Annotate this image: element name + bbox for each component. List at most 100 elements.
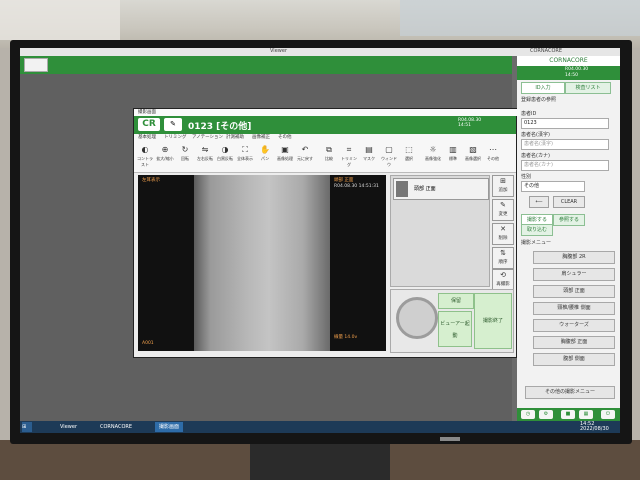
patient-icon[interactable]: ✎ bbox=[164, 118, 182, 131]
other-tool[interactable]: ⋯ その他 bbox=[484, 144, 502, 168]
fit-icon: ⛶ bbox=[242, 145, 248, 154]
window-tool[interactable]: ▢ ウィンドウ bbox=[380, 144, 398, 168]
fit-tool[interactable]: ⛶ 全体表示 bbox=[236, 144, 254, 168]
tab-other[interactable]: その他 bbox=[278, 134, 292, 142]
tab-annotation[interactable]: アノテーション bbox=[192, 134, 223, 142]
flip-icon: ⇋ bbox=[201, 145, 209, 154]
menu-item[interactable]: 胸腹部 正面 bbox=[533, 336, 615, 349]
viewer-launch-button[interactable]: ビューアー起動 bbox=[438, 311, 472, 347]
sort-icon: ⇅ bbox=[500, 249, 506, 257]
thumbnail-item[interactable]: 頭部 正面 bbox=[393, 178, 489, 200]
window-icon: ▢ bbox=[385, 145, 393, 154]
grid-icon[interactable]: ▦ bbox=[579, 410, 593, 419]
name-kanji-field[interactable]: 患者名(漢字) bbox=[521, 139, 609, 150]
more-icon: ⋯ bbox=[489, 145, 497, 154]
edit-icon: ✎ bbox=[500, 201, 506, 209]
name-kana-field[interactable]: 患者名(カナ) bbox=[521, 160, 609, 171]
window-titlebar: Viewer CORNACORE bbox=[20, 48, 620, 56]
flip-tool[interactable]: ⇋ 左右反転 bbox=[196, 144, 214, 168]
pan-tool[interactable]: ✋ パン bbox=[256, 144, 274, 168]
menu-title: 撮影メニュー bbox=[521, 240, 552, 246]
undo-tool[interactable]: ↶ 元に戻す bbox=[296, 144, 314, 168]
monitor-stand bbox=[250, 440, 390, 480]
menu-item[interactable]: 肩シュラー bbox=[533, 268, 615, 281]
brand-logo: CORNACORE bbox=[517, 56, 620, 66]
rotate-tool[interactable]: ↻ 回転 bbox=[176, 144, 194, 168]
image-timestamp: R04.08.30 14:51:31 bbox=[334, 184, 379, 189]
panel-clock: R04.00.30 14:50 bbox=[565, 67, 589, 78]
zoom-tool[interactable]: ⊕ 拡大/縮小 bbox=[156, 144, 174, 168]
shelf bbox=[0, 0, 120, 40]
tab-correction[interactable]: 画像補正 bbox=[252, 134, 270, 142]
xray-viewport[interactable]: 左耳表示 頭部 正面 R04.08.30 14:51:31 A001 線量 14… bbox=[138, 175, 386, 351]
sex-select[interactable]: その他 bbox=[521, 181, 585, 192]
enhance-tool[interactable]: ☼ 画像強化 bbox=[424, 144, 442, 168]
menu-item[interactable]: 頸椎/腰椎 側面 bbox=[533, 302, 615, 315]
menu-item[interactable]: 胸腹部 2R bbox=[533, 251, 615, 264]
tab-id-input[interactable]: ID入力 bbox=[521, 82, 565, 94]
taskbar-item-capture[interactable]: 撮影画面 bbox=[155, 422, 184, 432]
background-monitor bbox=[400, 0, 640, 36]
delete-button[interactable]: ✕ 削除 bbox=[492, 223, 514, 245]
menu-item[interactable]: 腹部 側面 bbox=[533, 353, 615, 366]
tab-measure[interactable]: 計測補助 bbox=[226, 134, 244, 142]
section-title: 登録患者の参照 bbox=[521, 97, 557, 103]
tab-import[interactable]: 取り込む bbox=[521, 224, 553, 236]
brand-icon[interactable]: ■ bbox=[561, 410, 575, 419]
image-select-tool[interactable]: ▧ 画像選択 bbox=[464, 144, 482, 168]
retake-button[interactable]: ⟲ 再撮影 bbox=[492, 269, 514, 291]
image-icon: ▧ bbox=[469, 145, 477, 154]
patient-id-field[interactable]: 0123 bbox=[521, 118, 609, 129]
add-icon: ⊞ bbox=[500, 177, 506, 185]
add-button[interactable]: ⊞ 追加 bbox=[492, 175, 514, 197]
menu-item[interactable]: ウォーターズ bbox=[533, 319, 615, 332]
undo-icon: ↶ bbox=[301, 145, 309, 154]
process-tool[interactable]: ▣ 画像処理 bbox=[276, 144, 294, 168]
select-tool[interactable]: ⬚ 選択 bbox=[400, 144, 418, 168]
process-icon: ▣ bbox=[281, 145, 289, 154]
retake-icon: ⟲ bbox=[500, 271, 506, 279]
clock-icon[interactable]: ◷ bbox=[521, 410, 535, 419]
trim-tool[interactable]: ⌗ トリミング bbox=[340, 144, 358, 168]
mask-tool[interactable]: ▤ マスク bbox=[360, 144, 378, 168]
standard-icon: ▥ bbox=[449, 145, 457, 154]
compare-tool[interactable]: ⧉ 比較 bbox=[320, 144, 338, 168]
tab-reference[interactable]: 参照する bbox=[553, 214, 585, 226]
image-right-label: 頭部 正面 bbox=[334, 178, 354, 183]
zoom-icon: ⊕ bbox=[161, 145, 169, 154]
taskbar: ⊞ Viewer CORNACORE 撮影画面 14:52 2022/08/30 bbox=[20, 421, 620, 433]
dialog-title: 撮影画面 bbox=[134, 109, 520, 116]
monitor-logo bbox=[440, 437, 460, 441]
settings-icon[interactable]: ⚙ bbox=[539, 410, 553, 419]
hold-button[interactable]: 保留 bbox=[438, 293, 474, 309]
monitor-screen: Viewer CORNACORE CORNACORE R04.00.30 14:… bbox=[20, 48, 620, 433]
tab-basic[interactable]: 基本処理 bbox=[138, 134, 156, 142]
contrast-tool[interactable]: ◐ コントラスト bbox=[136, 144, 154, 168]
start-icon[interactable]: ⊞ bbox=[22, 422, 32, 432]
tab-trimming[interactable]: トリミング bbox=[164, 134, 187, 142]
tab-exam-list[interactable]: 検査リスト bbox=[565, 82, 611, 94]
order-button[interactable]: ⇅ 順序 bbox=[492, 247, 514, 269]
other-menu-button[interactable]: その他の撮影メニュー bbox=[525, 386, 615, 399]
exit-icon[interactable]: ⏻ bbox=[601, 410, 615, 419]
finish-capture-button[interactable]: 撮影終了 bbox=[474, 293, 512, 349]
clear-button[interactable]: CLEAR bbox=[553, 196, 585, 208]
taskbar-clock: 14:52 2022/08/30 bbox=[580, 421, 609, 432]
panel-footer: ◷ ⚙ ■ ▦ ⏻ bbox=[517, 408, 620, 421]
standard-tool[interactable]: ▥ 標準 bbox=[444, 144, 462, 168]
taskbar-item-cornacore[interactable]: CORNACORE bbox=[100, 422, 132, 432]
patient-heading: 0123 [その他] bbox=[188, 122, 252, 132]
hand-icon: ✋ bbox=[260, 145, 270, 154]
name-kanji-label: 患者名(漢字) bbox=[521, 132, 550, 138]
cr-logo-icon: CR bbox=[138, 118, 160, 131]
taskbar-item-viewer[interactable]: Viewer bbox=[60, 422, 77, 432]
back-arrow-icon[interactable]: ⟵ bbox=[529, 196, 549, 208]
viewer-header-bar bbox=[20, 56, 512, 74]
menu-item[interactable]: 頭部 正面 bbox=[533, 285, 615, 298]
viewer-tool-button[interactable] bbox=[24, 58, 48, 72]
invert-icon: ◑ bbox=[221, 145, 229, 154]
change-button[interactable]: ✎ 変更 bbox=[492, 199, 514, 221]
dialog-clock: R04.08.30 14:51 bbox=[458, 118, 482, 128]
invert-tool[interactable]: ◑ 白黒反転 bbox=[216, 144, 234, 168]
exposure-dial[interactable] bbox=[396, 297, 438, 339]
